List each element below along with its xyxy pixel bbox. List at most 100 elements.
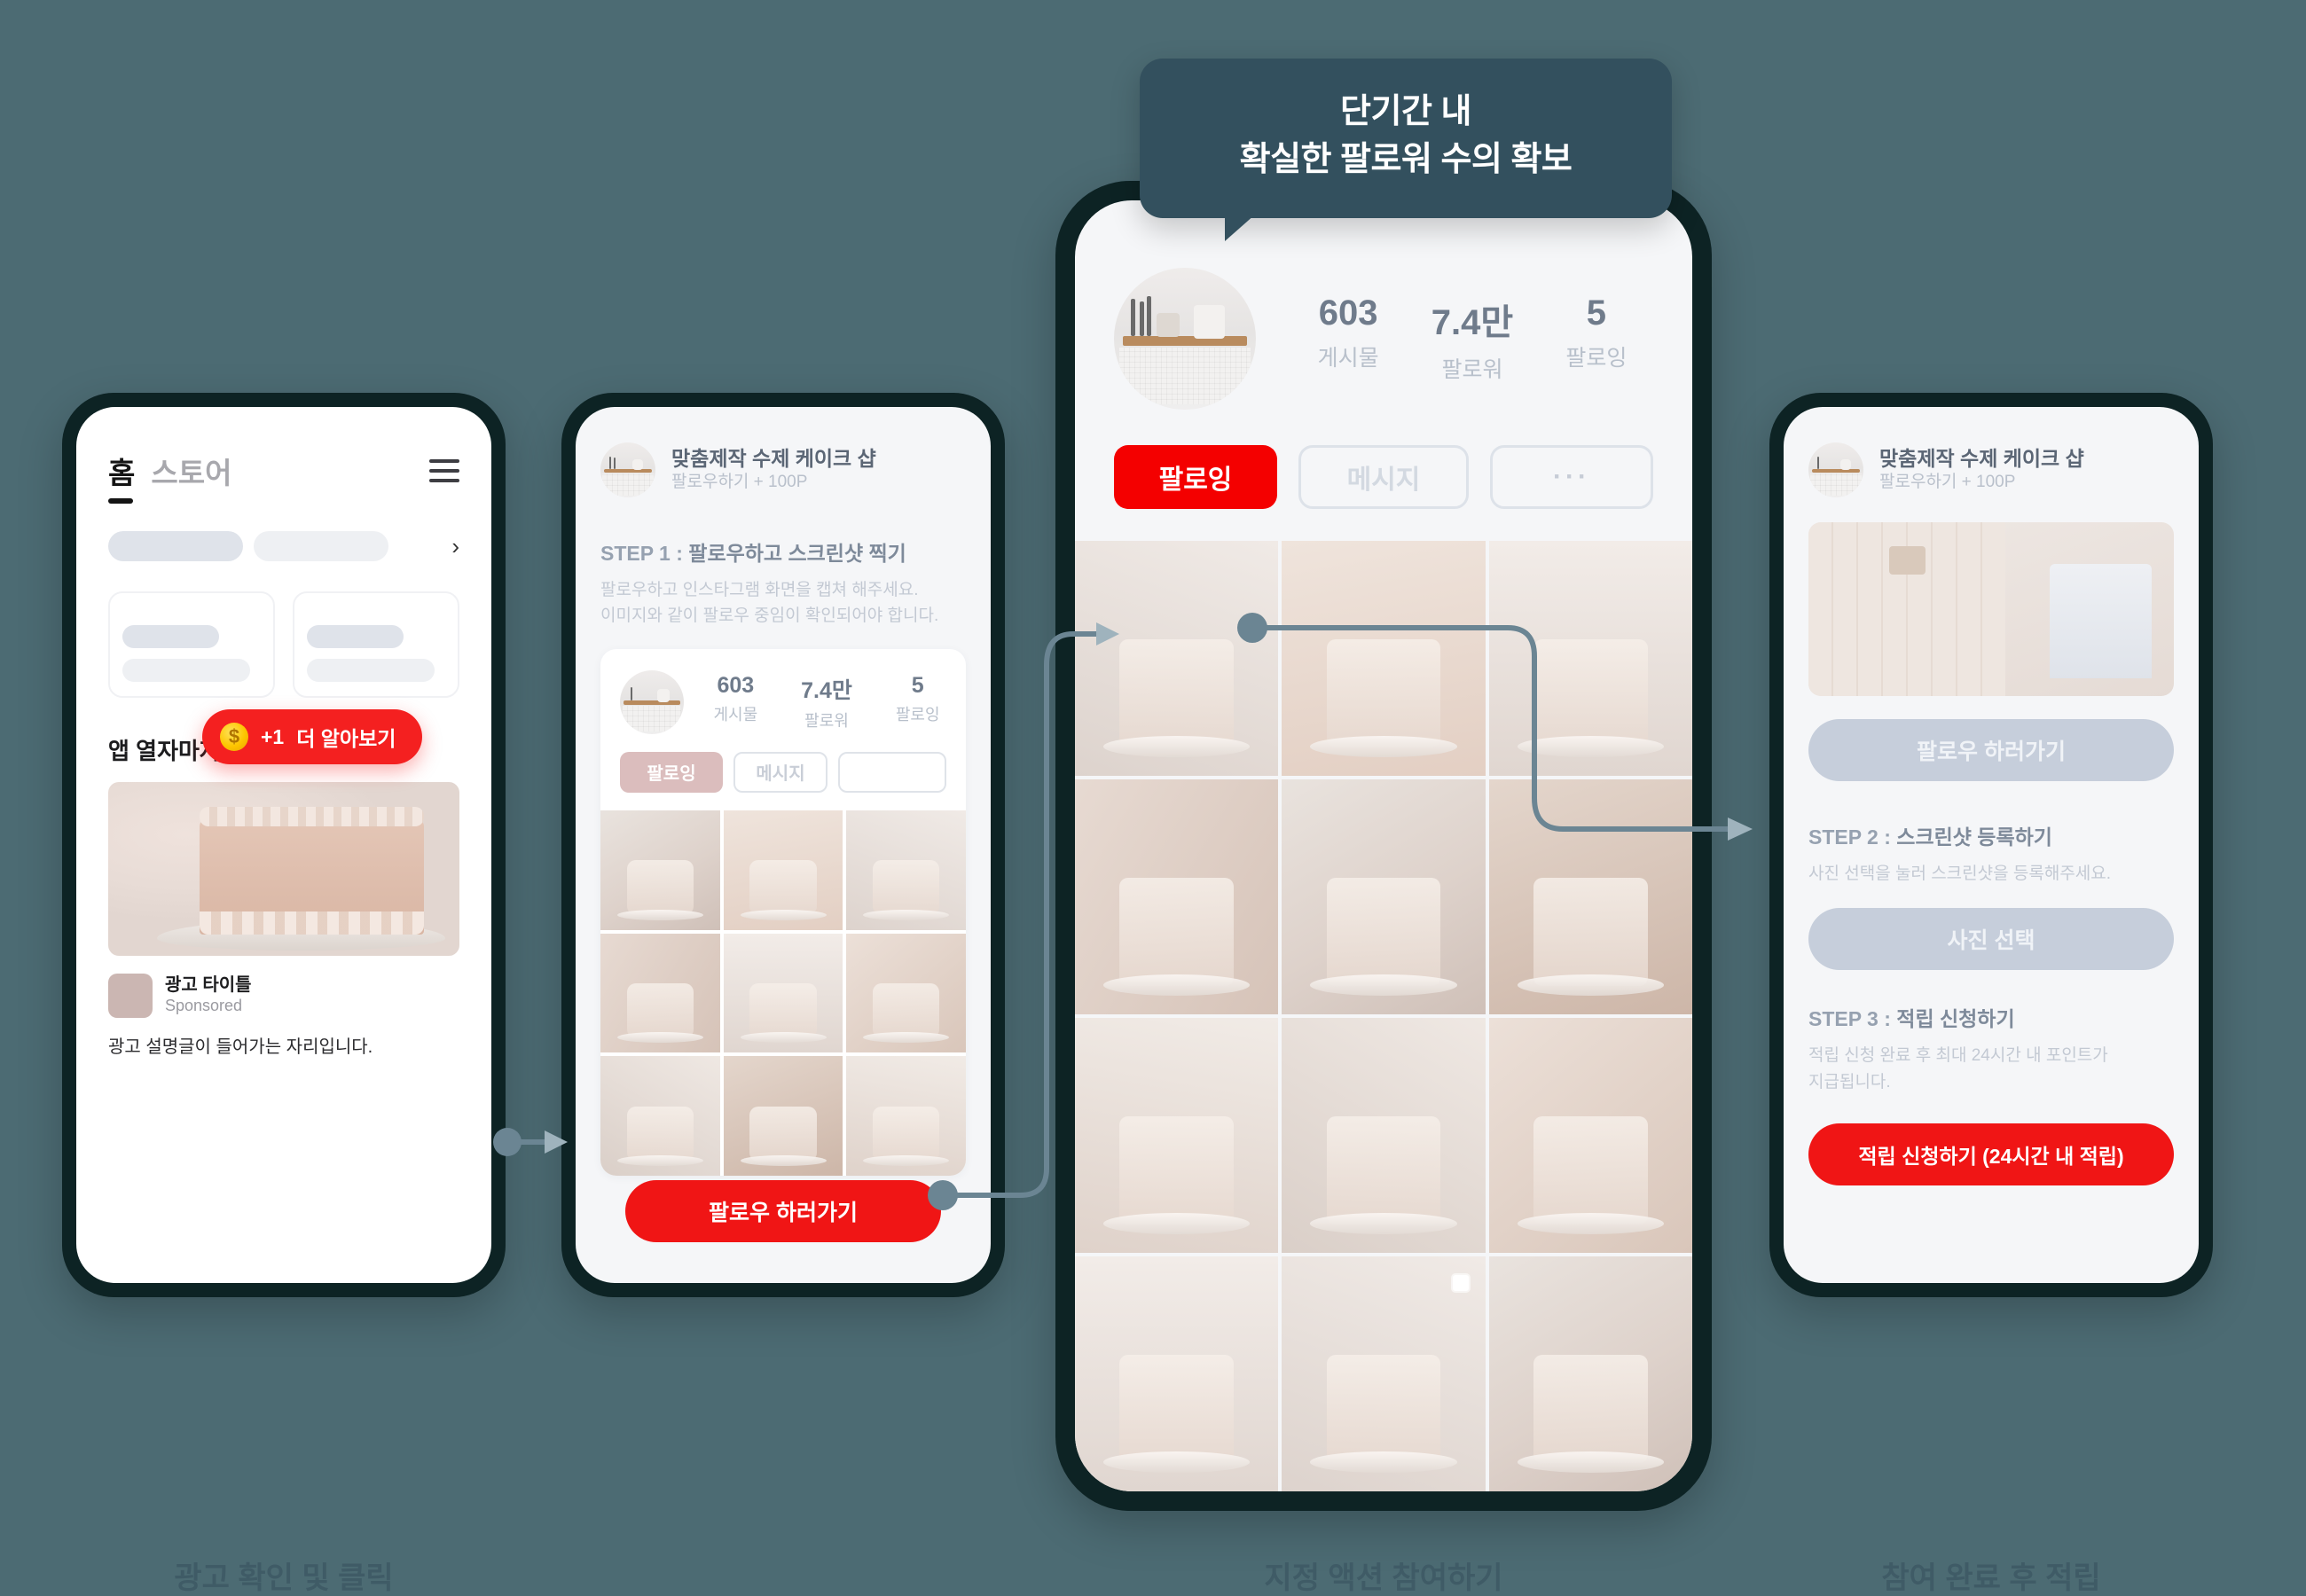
preview-avatar xyxy=(620,669,684,734)
advertiser-avatar xyxy=(108,974,153,1018)
home-feed: 홈 스토어 › 앱 열자마자 광고 타이틀 Sponsored 광고 설명글이 … xyxy=(76,407,491,1283)
step3-prefix: STEP 3 : xyxy=(1808,1007,1897,1031)
phone3-screen: 603 게시물 7.4만 팔로워 5 팔로잉 팔로잉 메시지 ··· xyxy=(1075,200,1692,1491)
sponsored-label: Sponsored xyxy=(165,997,243,1015)
grid-photo[interactable] xyxy=(846,810,966,930)
phone-mockup-home: 홈 스토어 › 앱 열자마자 광고 타이틀 Sponsored 광고 설명글이 … xyxy=(62,393,506,1297)
preview-stats: 603 게시물 7.4만 팔로워 5 팔로잉 xyxy=(707,673,946,732)
phone-mockup-mission-step23: 맞춤제작 수제 케이크 샵 팔로우하기 + 100P 팔로우 하러가기 STEP… xyxy=(1769,393,2213,1297)
phone1-screen: 홈 스토어 › 앱 열자마자 광고 타이틀 Sponsored 광고 설명글이 … xyxy=(76,407,491,1283)
preview-action-buttons: 팔로잉 메시지 xyxy=(620,751,946,793)
points-badge: +1 xyxy=(261,724,285,748)
step2-prefix: STEP 2 : xyxy=(1808,825,1897,849)
shop-avatar xyxy=(1808,442,1863,497)
shop-avatar xyxy=(600,442,655,497)
placeholder-card-row xyxy=(108,591,459,698)
grid-photo[interactable] xyxy=(723,1056,843,1176)
placeholder-card[interactable] xyxy=(293,591,459,698)
preview-message-button[interactable]: 메시지 xyxy=(733,751,827,793)
go-follow-button[interactable]: 팔로우 하러가기 xyxy=(625,1180,941,1242)
select-photo-button[interactable]: 사진 선택 xyxy=(1808,908,2174,971)
profile-avatar[interactable] xyxy=(1114,268,1256,410)
coin-icon: $ xyxy=(220,723,248,751)
mission-step23: 맞춤제작 수제 케이크 샵 팔로우하기 + 100P 팔로우 하러가기 STEP… xyxy=(1784,407,2199,1283)
grid-photo[interactable] xyxy=(723,933,843,1053)
shop-name: 맞춤제작 수제 케이크 샵 xyxy=(1879,447,2084,471)
step2-title: 스크린샷 등록하기 xyxy=(1896,825,2052,849)
preview-more-button[interactable] xyxy=(838,751,946,793)
tooltip-line-2: 확실한 팔로워 수의 확보 xyxy=(1239,140,1573,178)
multi-photo-icon xyxy=(1453,1275,1470,1292)
grid-photo[interactable] xyxy=(1282,779,1486,1014)
phone4-screen: 맞춤제작 수제 케이크 샵 팔로우하기 + 100P 팔로우 하러가기 STEP… xyxy=(1784,407,2199,1283)
preview-following-button[interactable]: 팔로잉 xyxy=(620,751,723,793)
step2-heading: STEP 2 : 스크린샷 등록하기 xyxy=(1808,820,2174,850)
advertiser-name: 광고 타이틀 xyxy=(165,975,252,996)
grid-photo[interactable] xyxy=(1488,1256,1692,1491)
profile-action-buttons: 팔로잉 메시지 ··· xyxy=(1075,410,1692,509)
grid-photo[interactable] xyxy=(600,810,720,930)
grid-photo[interactable] xyxy=(1075,1256,1279,1491)
stat-following: 5 팔로잉 xyxy=(895,672,940,724)
filter-chip-row: › xyxy=(108,531,459,561)
grid-photo[interactable] xyxy=(1075,1018,1279,1253)
step3-desc-line1: 적립 신청 완료 후 최대 24시간 내 포인트가 xyxy=(1808,1046,2108,1066)
profile-header: 603 게시물 7.4만 팔로워 5 팔로잉 xyxy=(1075,200,1692,410)
go-follow-cta-wrap: 팔로우 하러가기 xyxy=(625,1180,941,1242)
grid-photo[interactable] xyxy=(846,1056,966,1176)
shop-header: 맞춤제작 수제 케이크 샵 팔로우하기 + 100P xyxy=(1808,442,2174,497)
step2-desc: 사진 선택을 눌러 스크린샷을 등록해주세요. xyxy=(1808,864,2112,883)
tooltip-line-1: 단기간 내 xyxy=(1340,93,1471,130)
top-tabs: 홈 스토어 xyxy=(108,450,459,504)
grid-photo[interactable] xyxy=(1282,541,1486,776)
grid-photo[interactable] xyxy=(1075,779,1279,1014)
following-button[interactable]: 팔로잉 xyxy=(1114,445,1277,509)
placeholder-card[interactable] xyxy=(108,591,275,698)
phone2-screen: 맞춤제작 수제 케이크 샵 팔로우하기 + 100P STEP 1 : 팔로우하… xyxy=(576,407,991,1283)
select-photo-wrap: 사진 선택 xyxy=(1808,908,2174,971)
learn-more-label: 더 알아보기 xyxy=(296,727,396,750)
step1-prefix: STEP 1 : xyxy=(600,542,689,565)
go-follow-button[interactable]: 팔로우 하러가기 xyxy=(1808,719,2174,781)
step1-desc-line2: 이미지와 같이 팔로우 중임이 확인되어야 합니다. xyxy=(600,606,939,626)
grid-photo[interactable] xyxy=(1488,541,1692,776)
screenshot-preview[interactable] xyxy=(1808,522,2174,696)
filter-chip[interactable] xyxy=(254,531,388,561)
caption-step2: 지정 액션 참여하기 xyxy=(1264,1561,1503,1595)
preview-profile-row: 603 게시물 7.4만 팔로워 5 팔로잉 xyxy=(620,669,946,734)
submit-reward-button[interactable]: 적립 신청하기 (24시간 내 적립) xyxy=(1808,1123,2174,1186)
grid-photo[interactable] xyxy=(600,1056,720,1176)
filter-chip[interactable] xyxy=(108,531,243,561)
grid-photo[interactable] xyxy=(723,810,843,930)
caption-step1: 광고 확인 및 클릭 xyxy=(174,1561,394,1595)
step1-heading: STEP 1 : 팔로우하고 스크린샷 찍기 xyxy=(600,536,966,567)
poster-stage: 홈 스토어 › 앱 열자마자 광고 타이틀 Sponsored 광고 설명글이 … xyxy=(0,0,2306,1596)
grid-photo[interactable] xyxy=(600,933,720,1053)
stat-following: 5 팔로잉 xyxy=(1565,293,1628,371)
shop-reward: 팔로우하기 + 100P xyxy=(671,473,808,492)
shop-header: 맞춤제작 수제 케이크 샵 팔로우하기 + 100P xyxy=(600,442,966,497)
submit-wrap: 적립 신청하기 (24시간 내 적립) xyxy=(1808,1123,2174,1186)
grid-photo[interactable] xyxy=(1282,1018,1486,1253)
grid-photo[interactable] xyxy=(1488,779,1692,1014)
grid-photo[interactable] xyxy=(846,933,966,1053)
hamburger-icon[interactable] xyxy=(429,453,459,489)
tab-store[interactable]: 스토어 xyxy=(151,450,231,492)
grid-photo[interactable] xyxy=(1488,1018,1692,1253)
step1-desc-line1: 팔로우하고 인스타그램 화면을 캡쳐 해주세요. xyxy=(600,581,919,599)
grid-photo[interactable] xyxy=(1282,1256,1486,1491)
profile-stats: 603 게시물 7.4만 팔로워 5 팔로잉 xyxy=(1291,293,1653,384)
more-options-icon[interactable]: ··· xyxy=(1490,445,1653,509)
preview-photo-grid xyxy=(600,810,966,1176)
caption-step3: 참여 완료 후 적립 xyxy=(1881,1561,2101,1595)
grid-photo[interactable] xyxy=(1075,541,1279,776)
chevron-right-icon[interactable]: › xyxy=(451,535,459,558)
shop-name: 맞춤제작 수제 케이크 샵 xyxy=(671,447,876,471)
message-button[interactable]: 메시지 xyxy=(1298,445,1469,509)
instagram-profile: 603 게시물 7.4만 팔로워 5 팔로잉 팔로잉 메시지 ··· xyxy=(1075,200,1692,1491)
shop-reward: 팔로우하기 + 100P xyxy=(1879,473,2016,492)
learn-more-button[interactable]: $ +1 더 알아보기 xyxy=(202,709,423,764)
tab-home[interactable]: 홈 xyxy=(108,450,135,504)
ad-image[interactable] xyxy=(108,782,459,956)
step3-heading: STEP 3 : 적립 신청하기 xyxy=(1808,1002,2174,1032)
